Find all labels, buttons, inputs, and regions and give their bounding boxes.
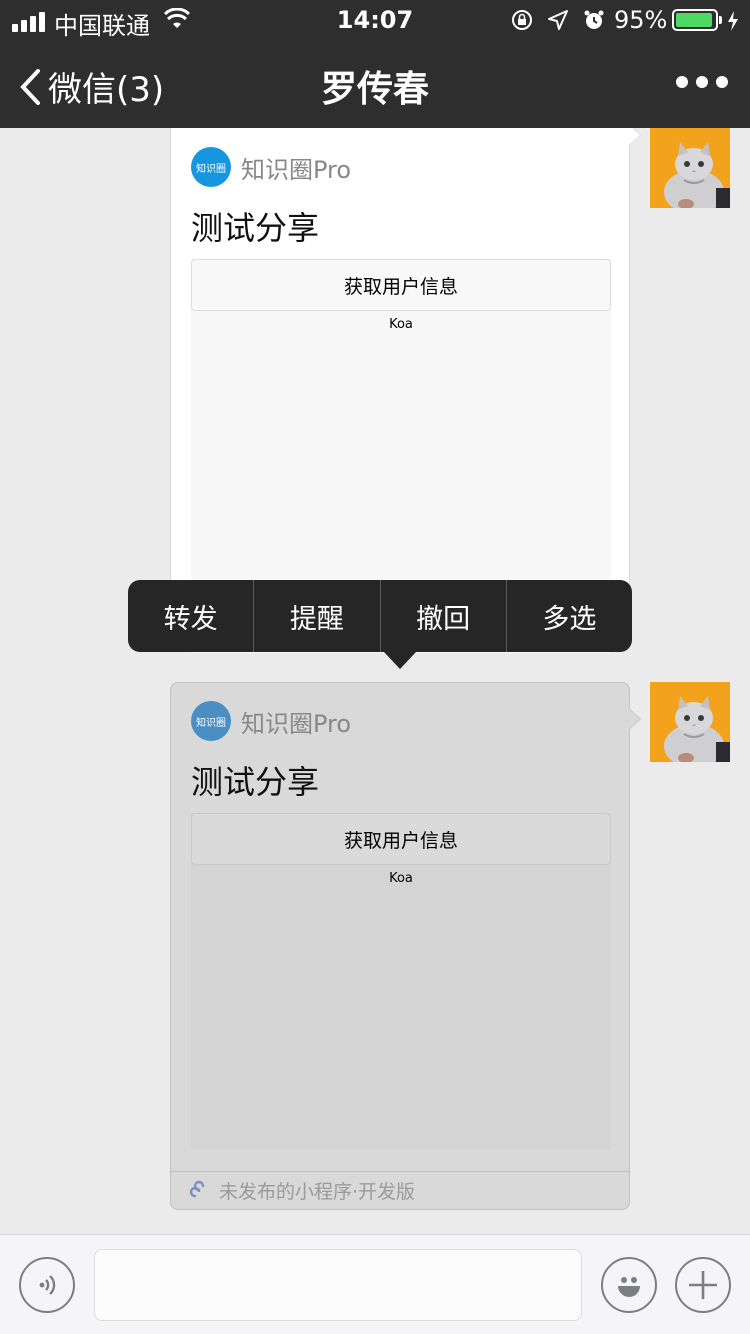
- app-logo-icon: 知识圈: [191, 147, 231, 187]
- mini-program-card-selected[interactable]: 知识圈 知识圈Pro 测试分享 获取用户信息 Koa 未发布的小程序·开发版: [170, 682, 641, 1210]
- menu-item-multiselect[interactable]: 多选: [505, 580, 632, 652]
- input-bar: [0, 1234, 750, 1334]
- cat-avatar-icon: [650, 682, 730, 762]
- app-name: 知识圈Pro: [241, 155, 352, 184]
- rotation-lock-icon: [512, 10, 532, 30]
- context-menu: 转发 提醒 撤回 多选: [128, 580, 632, 652]
- plus-icon: [689, 1271, 717, 1299]
- cat-avatar-icon: [650, 128, 730, 208]
- emoji-button[interactable]: [601, 1257, 657, 1313]
- chat-area[interactable]: 知识圈 知识圈Pro 测试分享 获取用户信息 Koa 知识圈 知识圈Pro 测试…: [0, 128, 750, 1234]
- status-bar: 中国联通 14:07 95%: [0, 0, 750, 40]
- chat-title: 罗传春: [320, 69, 429, 110]
- card-footer: 未发布的小程序·开发版: [171, 1171, 629, 1209]
- preview-text: Koa: [389, 317, 413, 332]
- avatar[interactable]: [650, 682, 730, 762]
- app-name: 知识圈Pro: [241, 709, 352, 738]
- card-title: 测试分享: [191, 209, 320, 247]
- voice-icon: [39, 1275, 56, 1295]
- get-user-info-button[interactable]: 获取用户信息: [191, 259, 611, 311]
- charging-icon: [728, 11, 738, 31]
- nav-bar: 微信(3) 罗传春: [0, 40, 750, 128]
- menu-pointer: [384, 652, 416, 669]
- avatar[interactable]: [650, 128, 730, 208]
- card-title: 测试分享: [191, 763, 320, 801]
- plus-button[interactable]: [675, 1257, 731, 1313]
- voice-button[interactable]: [19, 1257, 75, 1313]
- footer-label: 未发布的小程序·开发版: [219, 1181, 416, 1203]
- location-icon: [548, 10, 568, 30]
- app-logo-icon: 知识圈: [191, 701, 231, 741]
- menu-item-forward[interactable]: 转发: [128, 580, 253, 652]
- card-preview: 获取用户信息 Koa: [191, 813, 611, 1149]
- battery-icon: [672, 9, 722, 31]
- mini-program-card[interactable]: 知识圈 知识圈Pro 测试分享 获取用户信息 Koa: [170, 128, 641, 653]
- message-input[interactable]: [94, 1249, 582, 1321]
- get-user-info-button[interactable]: 获取用户信息: [191, 813, 611, 865]
- mini-program-link-icon: [189, 1180, 205, 1197]
- top-bar: 中国联通 14:07 95% 微信(3) 罗传春: [0, 0, 750, 128]
- more-dots-icon[interactable]: [676, 76, 728, 88]
- emoji-icon: [618, 1277, 640, 1297]
- menu-item-recall[interactable]: 撤回: [379, 580, 506, 652]
- preview-text: Koa: [389, 871, 413, 886]
- menu-item-remind[interactable]: 提醒: [253, 580, 379, 652]
- alarm-icon: [584, 10, 604, 29]
- battery-percent: 95%: [614, 6, 668, 34]
